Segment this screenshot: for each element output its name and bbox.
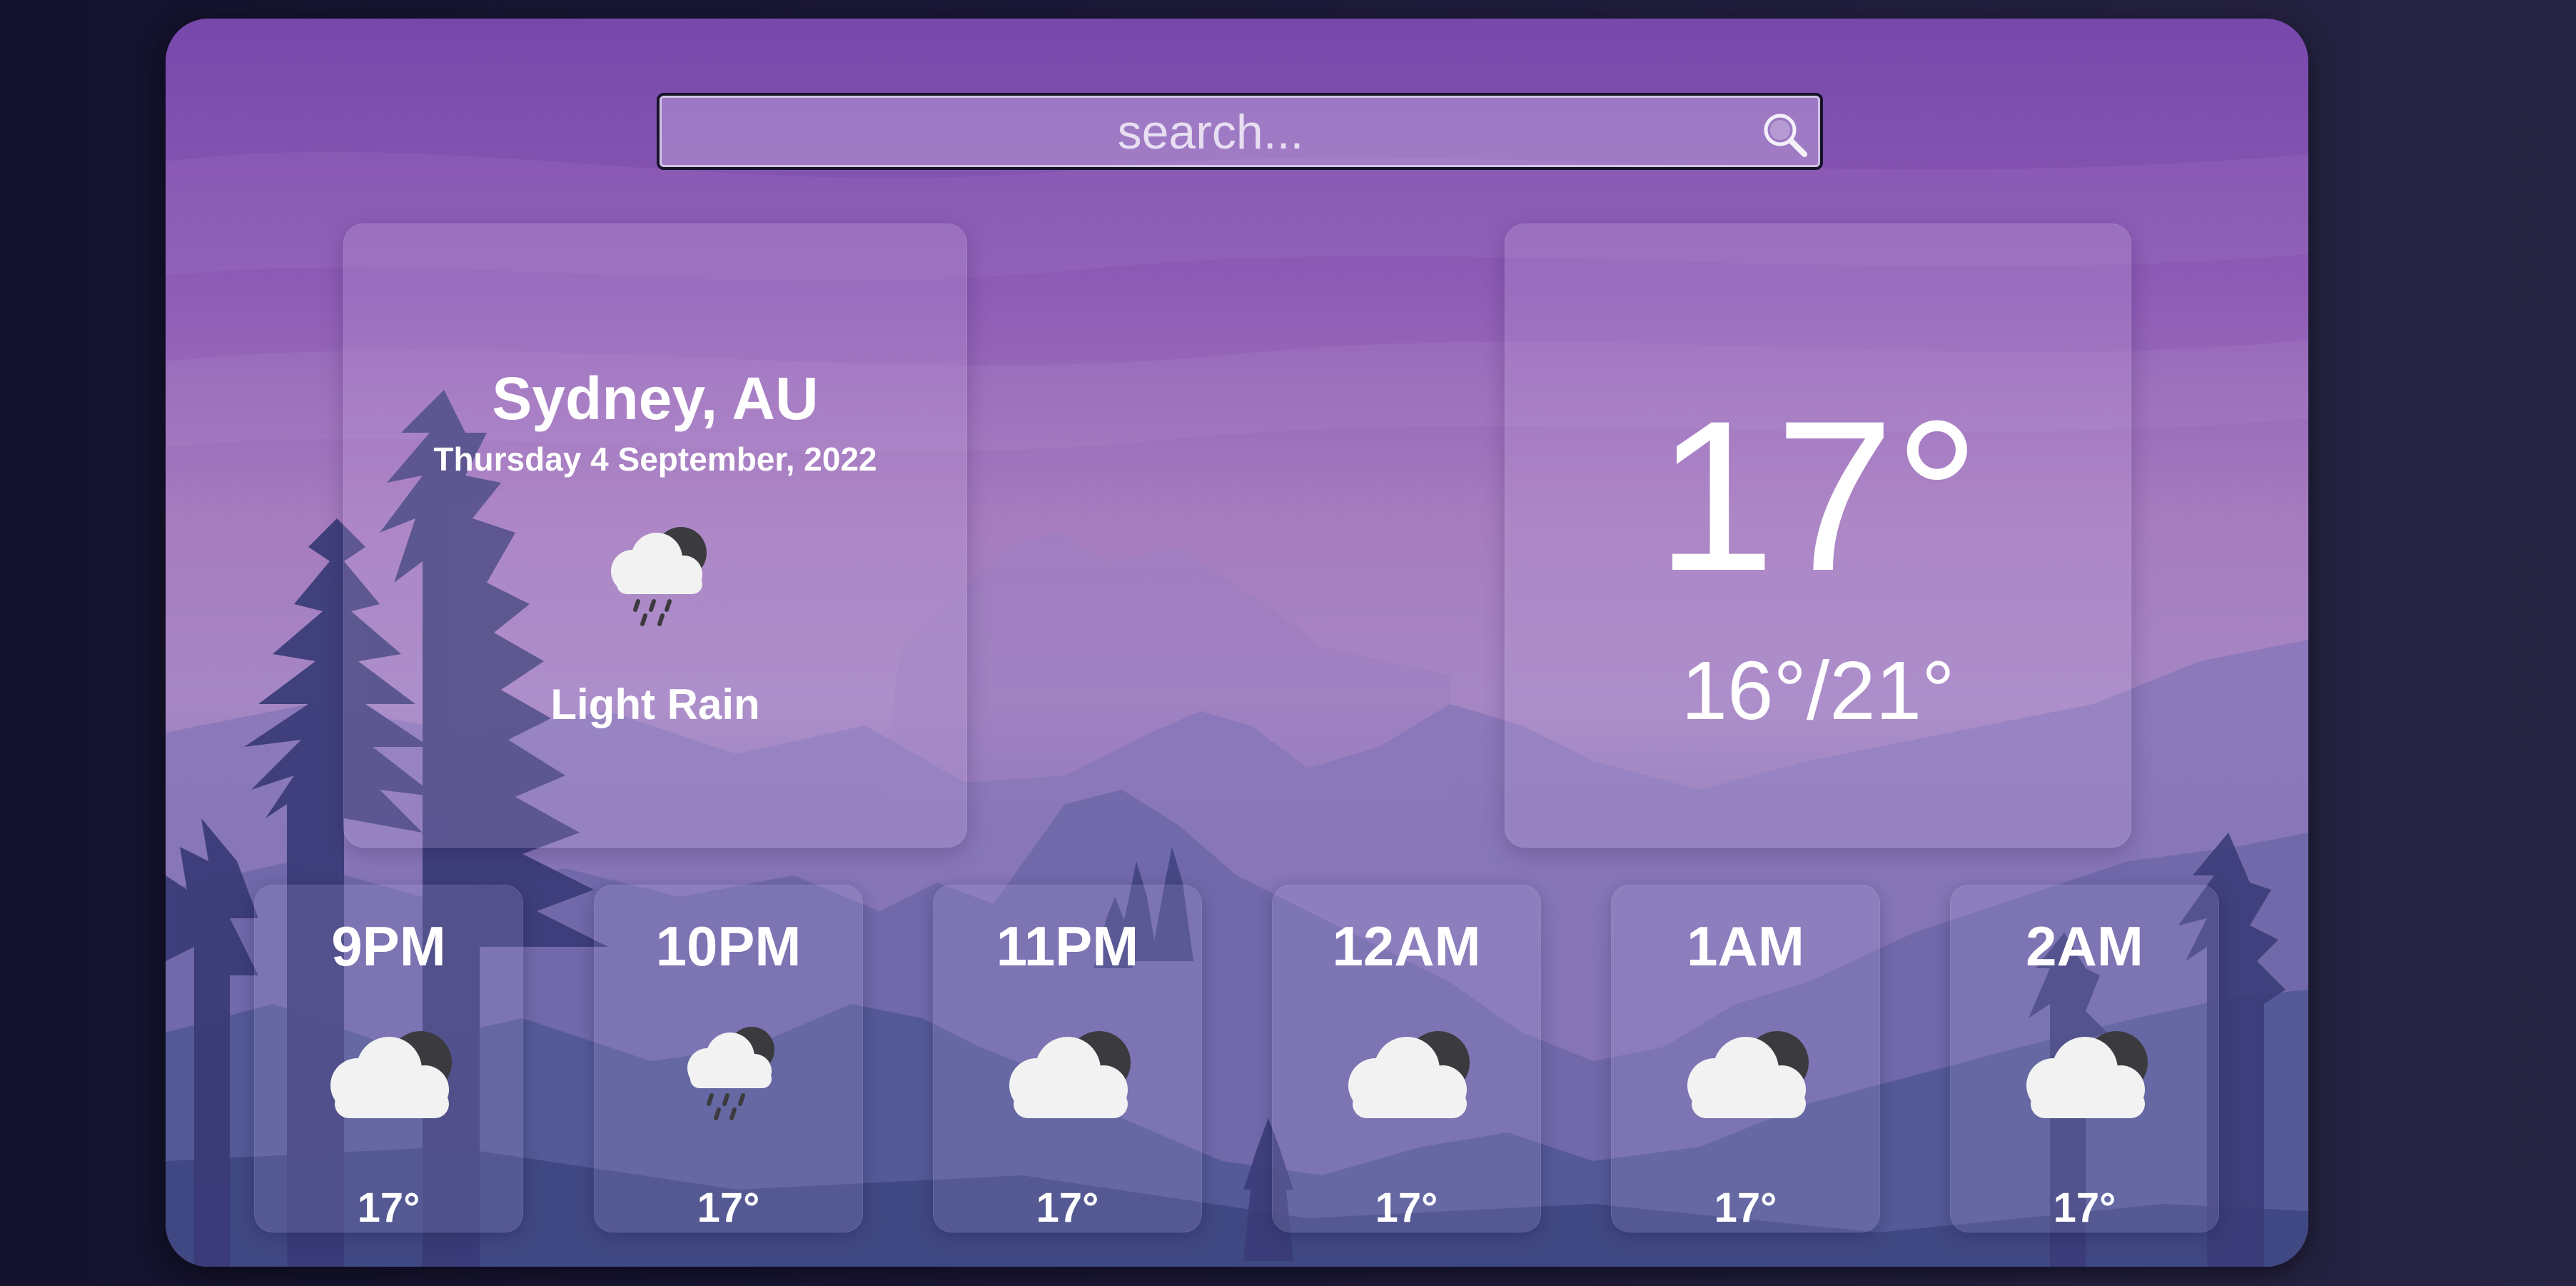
hour-temperature: 17° [357,1185,420,1231]
hour-time: 2AM [2026,915,2143,978]
hour-temperature: 17° [1036,1185,1099,1231]
hourly-forecast-card: 2AM 17° [1950,885,2219,1232]
hourly-forecast-card: 11PM 17° [933,885,1202,1232]
hourly-forecast-card: 12AM 17° [1272,885,1541,1232]
hour-temperature: 17° [697,1185,760,1231]
hour-time: 10PM [655,915,802,978]
hourly-forecast-card: 10PM 17° [594,885,863,1232]
current-weather-card: Sydney, AU Thursday 4 September, 2022 Li… [343,223,967,848]
weather-condition: Light Rain [550,680,760,728]
hour-time: 11PM [996,915,1139,978]
cloud-rain-icon [687,1027,774,1120]
hourly-forecast-card: 1AM 17° [1611,885,1880,1232]
cloud-icon [1009,1031,1131,1118]
temperature-card: 17° 16°/21° [1505,223,2131,848]
cloud-rain-icon [611,527,707,626]
hour-temperature: 17° [1714,1185,1777,1231]
hour-temperature: 17° [2053,1185,2116,1231]
current-temperature: 17° [1656,376,1980,616]
hourly-forecast-card: 9PM 17° [254,885,523,1232]
search-input[interactable] [674,101,1747,163]
city-name: Sydney, AU [492,365,819,432]
cloud-icon [1348,1031,1470,1118]
hour-time: 12AM [1332,915,1481,978]
hour-time: 9PM [331,915,446,978]
hour-time: 1AM [1687,915,1804,978]
current-date: Thursday 4 September, 2022 [433,441,877,478]
cloud-icon [2026,1031,2148,1118]
search-icon[interactable] [1759,109,1810,160]
temperature-range: 16°/21° [1681,644,1955,737]
cloud-icon [330,1031,452,1118]
search-bar [657,93,1823,170]
weather-app: Sydney, AU Thursday 4 September, 2022 Li… [166,19,2308,1267]
hour-temperature: 17° [1375,1185,1438,1231]
cloud-icon [1687,1031,1809,1118]
